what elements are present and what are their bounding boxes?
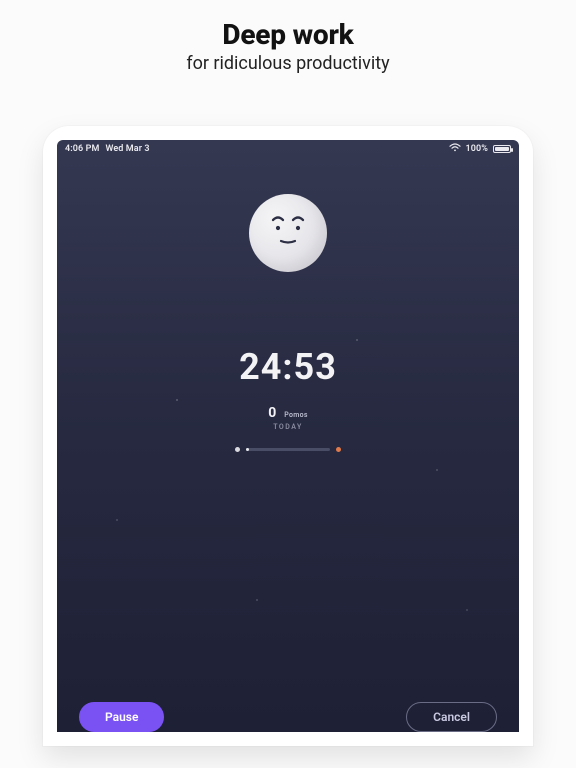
wifi-icon: [449, 143, 461, 155]
status-date: Wed Mar 3: [105, 144, 149, 154]
battery-percent: 100%: [466, 144, 488, 154]
status-time: 4:06 PM: [65, 144, 99, 154]
pomos-today-label: TODAY: [273, 423, 303, 431]
timer-block: 24:53 0 Pomos TODAY: [57, 346, 519, 452]
tablet-frame: 4:06 PM Wed Mar 3 100%: [43, 126, 533, 746]
headline-title: Deep work: [186, 18, 389, 51]
pomos-count: 0: [268, 405, 276, 421]
progress-row: [57, 447, 519, 452]
battery-icon: [493, 145, 511, 153]
moon-face-icon: [249, 194, 327, 272]
status-left: 4:06 PM Wed Mar 3: [65, 144, 150, 154]
status-right: 100%: [449, 143, 511, 155]
progress-track: [246, 448, 330, 451]
button-row: Pause Cancel: [57, 684, 519, 732]
status-bar: 4:06 PM Wed Mar 3 100%: [57, 140, 519, 158]
app-screen: 4:06 PM Wed Mar 3 100%: [57, 140, 519, 732]
progress-start-dot-icon: [235, 447, 240, 452]
cancel-button[interactable]: Cancel: [406, 702, 497, 732]
pomos-count-line: 0 Pomos: [268, 402, 308, 421]
pomos-unit: Pomos: [284, 411, 308, 419]
headline-subtitle: for ridiculous productivity: [186, 53, 389, 74]
progress-end-dot-icon: [336, 447, 341, 452]
marketing-page: Deep work for ridiculous productivity 4:…: [0, 0, 576, 768]
progress-fill: [246, 448, 249, 451]
timer-display: 24:53: [57, 346, 519, 388]
moon-face-wrap: [57, 194, 519, 272]
pomos-line: 0 Pomos TODAY: [57, 402, 519, 431]
headline-block: Deep work for ridiculous productivity: [186, 0, 389, 74]
pause-button[interactable]: Pause: [79, 702, 164, 732]
